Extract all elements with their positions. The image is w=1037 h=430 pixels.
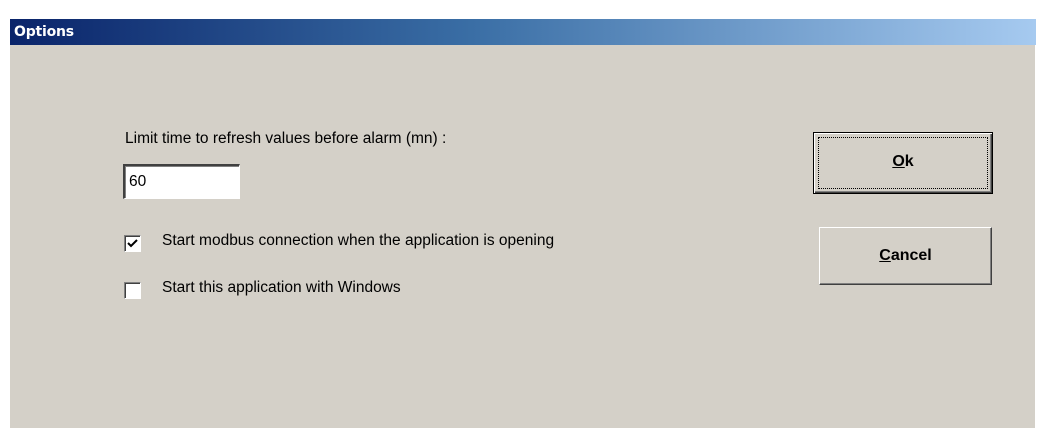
cancel-label-rest: ancel: [890, 247, 932, 264]
cancel-mnemonic: C: [879, 247, 891, 264]
modbus-checkbox-label[interactable]: Start modbus connection when the applica…: [162, 232, 554, 250]
windows-startup-checkbox-label[interactable]: Start this application with Windows: [162, 279, 401, 297]
limit-time-input[interactable]: 60: [123, 164, 240, 199]
ok-label-rest: k: [904, 153, 914, 170]
ok-button[interactable]: Ok: [813, 132, 993, 194]
checkmark-icon: [127, 239, 138, 248]
dialog-title: Options: [14, 24, 74, 40]
ok-mnemonic: O: [892, 153, 905, 170]
options-dialog: Options Limit time to refresh values bef…: [9, 19, 1036, 428]
modbus-checkbox[interactable]: [124, 235, 141, 252]
limit-time-label: Limit time to refresh values before alar…: [125, 130, 447, 147]
cancel-button[interactable]: Cancel: [819, 227, 992, 285]
title-bar[interactable]: Options: [10, 19, 1036, 45]
ok-button-label: Ok: [814, 153, 992, 171]
windows-startup-checkbox[interactable]: [124, 282, 141, 299]
cancel-button-label: Cancel: [820, 247, 991, 265]
